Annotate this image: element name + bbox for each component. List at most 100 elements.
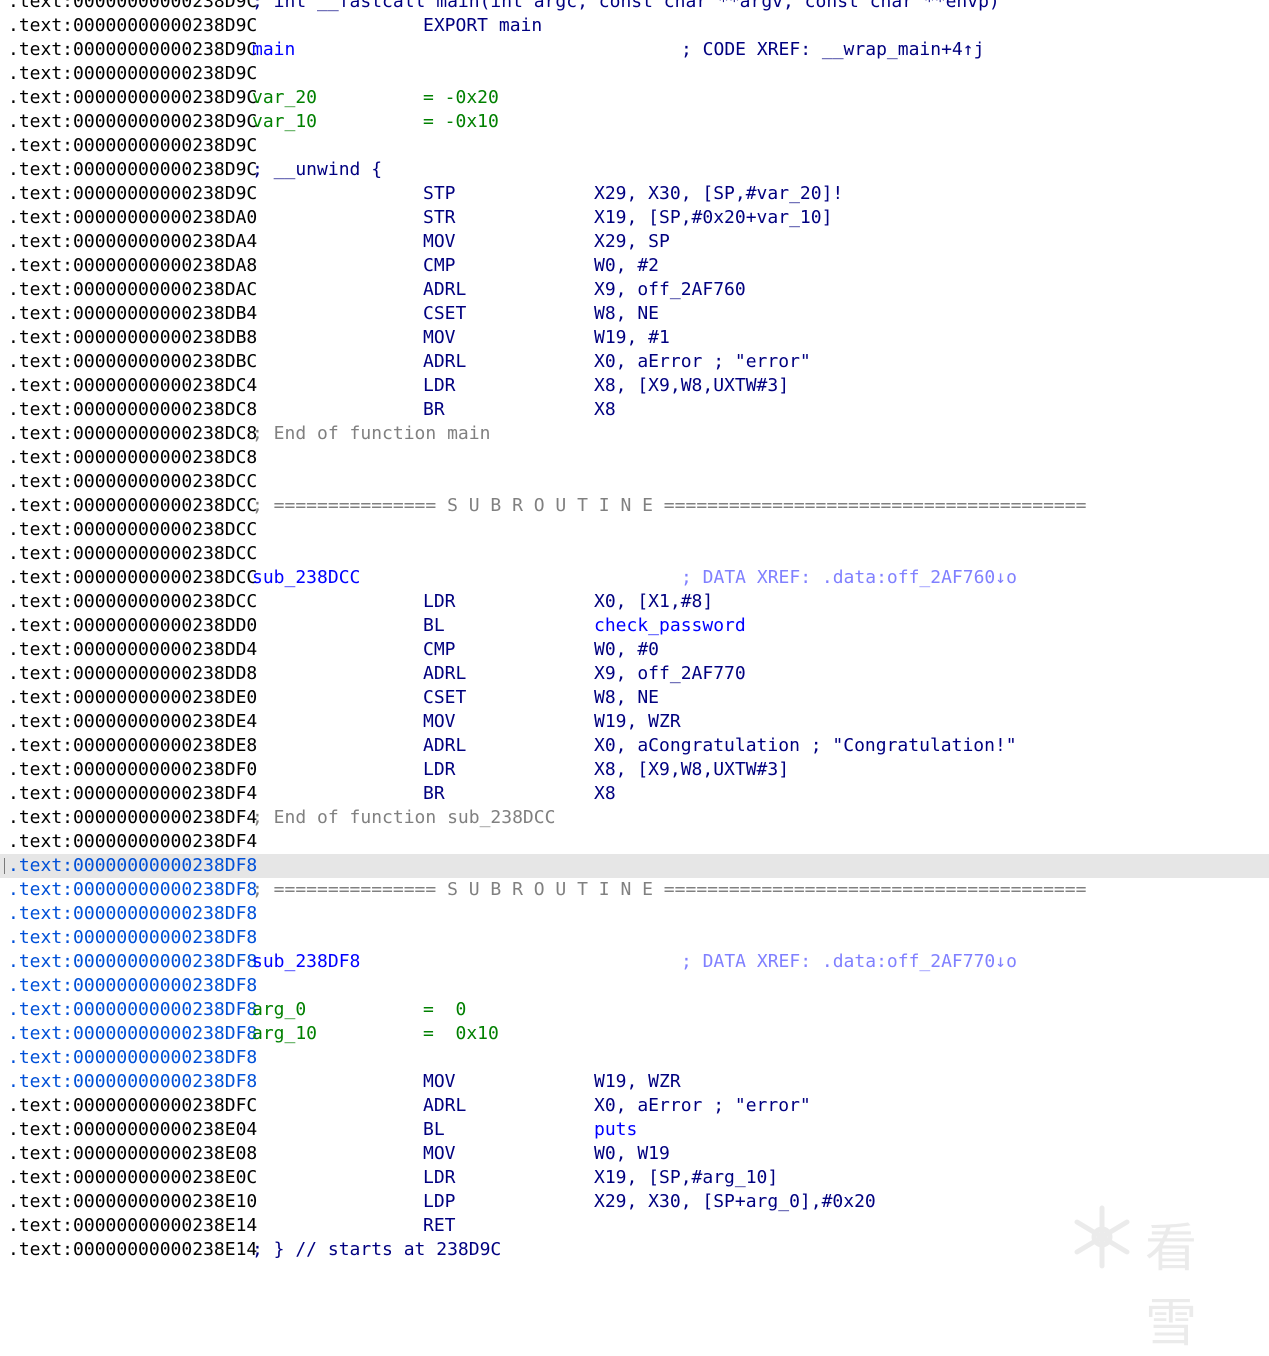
line-c2[interactable]: LDR	[423, 758, 456, 782]
listing-line[interactable]: .text:00000000000238DD8 ADRL X9, off_2AF77…	[0, 662, 1269, 686]
line-c3[interactable]: X8	[594, 398, 616, 422]
listing-line[interactable]: .text:00000000000238D9C STP X29, X30, [SP,…	[0, 182, 1269, 206]
line-address[interactable]: .text:00000000000238DF8	[8, 878, 257, 902]
line-address[interactable]: .text:00000000000238DC8	[8, 446, 257, 470]
line-address[interactable]: .text:00000000000238DC8	[8, 398, 257, 422]
line-c2[interactable]: = 0x10	[423, 1022, 499, 1046]
listing-line[interactable]: .text:00000000000238DF8 MOV W19, WZR	[0, 1070, 1269, 1094]
line-c3[interactable]: X29, X30, [SP+arg_0],#0x20	[594, 1190, 876, 1214]
line-address[interactable]: .text:00000000000238E04	[8, 1118, 257, 1142]
line-address[interactable]: .text:00000000000238DF8	[8, 998, 257, 1022]
line-c3[interactable]: puts	[594, 1118, 637, 1142]
line-address[interactable]: .text:00000000000238D9C	[8, 38, 257, 62]
line-address[interactable]: .text:00000000000238DFC	[8, 1094, 257, 1118]
line-c1[interactable]: arg_10	[252, 1022, 317, 1046]
listing-line[interactable]: .text:00000000000238DA0 STR X19, [SP,#0x20…	[0, 206, 1269, 230]
listing-line[interactable]: .text:00000000000238DBC ADRL X0, aError ; …	[0, 350, 1269, 374]
line-address[interactable]: .text:00000000000238DB8	[8, 326, 257, 350]
line-c1[interactable]: arg_0	[252, 998, 306, 1022]
listing-line[interactable]: .text:00000000000238DF8	[0, 1046, 1269, 1070]
line-address[interactable]: .text:00000000000238D9C	[8, 134, 257, 158]
line-address[interactable]: .text:00000000000238DF4	[8, 782, 257, 806]
line-address[interactable]: .text:00000000000238DA0	[8, 206, 257, 230]
line-c3[interactable]: W19, WZR	[594, 710, 681, 734]
listing-line[interactable]: .text:00000000000238DCC; ===============…	[0, 494, 1269, 518]
line-address[interactable]: .text:00000000000238D9C	[8, 62, 257, 86]
line-address[interactable]: .text:00000000000238DE8	[8, 734, 257, 758]
line-address[interactable]: .text:00000000000238DF8	[8, 1070, 257, 1094]
line-address[interactable]: .text:00000000000238DF0	[8, 758, 257, 782]
listing-line[interactable]: .text:00000000000238DCC	[0, 518, 1269, 542]
line-c3[interactable]: X8, [X9,W8,UXTW#3]	[594, 758, 789, 782]
listing-line[interactable]: .text:00000000000238D9C	[0, 134, 1269, 158]
line-c1[interactable]: var_20	[252, 86, 317, 110]
line-address[interactable]: .text:00000000000238DCC	[8, 518, 257, 542]
line-c2[interactable]: = -0x10	[423, 110, 499, 134]
line-c2[interactable]: CMP	[423, 254, 456, 278]
line-address[interactable]: .text:00000000000238DF8	[8, 950, 257, 974]
listing-line[interactable]: .text:00000000000238DF8 arg_0 = 0	[0, 998, 1269, 1022]
line-address[interactable]: .text:00000000000238E14	[8, 1214, 257, 1238]
line-c2[interactable]: CSET	[423, 686, 466, 710]
listing-line[interactable]: .text:00000000000238DF4 BR X8	[0, 782, 1269, 806]
listing-line[interactable]: .text:00000000000238DC8	[0, 446, 1269, 470]
line-c2[interactable]: CMP	[423, 638, 456, 662]
line-c2[interactable]: ADRL	[423, 350, 466, 374]
line-address[interactable]: .text:00000000000238DF8	[8, 974, 257, 998]
listing-line[interactable]: .text:00000000000238D9C main ; CODE XREF: …	[0, 38, 1269, 62]
line-c2[interactable]: = 0	[423, 998, 466, 1022]
listing-line[interactable]: .text:00000000000238DF4	[0, 830, 1269, 854]
line-address[interactable]: .text:00000000000238DF8	[8, 926, 257, 950]
line-address[interactable]: .text:00000000000238DB4	[8, 302, 257, 326]
line-c1[interactable]: sub_238DCC	[252, 566, 360, 590]
listing-line[interactable]: .text:00000000000238DF0 LDR X8, [X9,W8,UXT…	[0, 758, 1269, 782]
line-address[interactable]: .text:00000000000238DA8	[8, 254, 257, 278]
line-c2[interactable]: STP	[423, 182, 456, 206]
line-address[interactable]: .text:00000000000238DCC	[8, 542, 257, 566]
line-c1[interactable]: ; =============== S U B R O U T I N E ==…	[252, 494, 1086, 518]
line-address[interactable]: .text:00000000000238DCC	[8, 590, 257, 614]
listing-line[interactable]: .text:00000000000238DE0 CSET W8, NE	[0, 686, 1269, 710]
line-c2[interactable]: MOV	[423, 326, 456, 350]
line-c2[interactable]: MOV	[423, 710, 456, 734]
line-address[interactable]: .text:00000000000238DBC	[8, 350, 257, 374]
line-c2[interactable]: RET	[423, 1214, 456, 1238]
line-c3[interactable]: X29, SP	[594, 230, 670, 254]
listing-line[interactable]: .text:00000000000238DC8; End of function…	[0, 422, 1269, 446]
line-address[interactable]: .text:00000000000238DF4	[8, 806, 257, 830]
line-c2[interactable]: MOV	[423, 1142, 456, 1166]
line-c2[interactable]: CSET	[423, 302, 466, 326]
line-c4[interactable]: ; DATA XREF: .data:off_2AF770↓o	[681, 950, 1017, 974]
line-c1[interactable]: ; End of function sub_238DCC	[252, 806, 555, 830]
line-address[interactable]: .text:00000000000238D9C	[8, 14, 257, 38]
listing-line[interactable]: .text:00000000000238DA8 CMP W0, #2	[0, 254, 1269, 278]
line-c3[interactable]: X0, [X1,#8]	[594, 590, 713, 614]
line-c2[interactable]: LDP	[423, 1190, 456, 1214]
line-address[interactable]: .text:00000000000238DF4	[8, 830, 257, 854]
line-address[interactable]: .text:00000000000238DD4	[8, 638, 257, 662]
listing-line[interactable]: .text:00000000000238D9C var_10 = -0x10	[0, 110, 1269, 134]
line-c1[interactable]: ; =============== S U B R O U T I N E ==…	[252, 878, 1086, 902]
line-address[interactable]: .text:00000000000238DCC	[8, 494, 257, 518]
listing-line[interactable]: .text:00000000000238DCC sub_238DCC ; DATA …	[0, 566, 1269, 590]
listing-line[interactable]: .text:00000000000238DA4 MOV X29, SP	[0, 230, 1269, 254]
line-c1[interactable]: main	[252, 38, 295, 62]
listing-line[interactable]: .text:00000000000238DCC LDR X0, [X1,#8]	[0, 590, 1269, 614]
line-c3[interactable]: W8, NE	[594, 302, 659, 326]
line-address[interactable]: .text:00000000000238DC4	[8, 374, 257, 398]
listing-line[interactable]: .text:00000000000238DE4 MOV W19, WZR	[0, 710, 1269, 734]
listing-line[interactable]: .text:00000000000238DAC ADRL X9, off_2AF76…	[0, 278, 1269, 302]
line-address[interactable]: .text:00000000000238DAC	[8, 278, 257, 302]
line-c2[interactable]: MOV	[423, 230, 456, 254]
line-c2[interactable]: ADRL	[423, 662, 466, 686]
line-c3[interactable]: X29, X30, [SP,#var_20]!	[594, 182, 843, 206]
line-address[interactable]: .text:00000000000238D9C	[8, 110, 257, 134]
line-address[interactable]: .text:00000000000238D9C	[8, 86, 257, 110]
listing-line[interactable]: .text:00000000000238D9C	[0, 62, 1269, 86]
line-c4[interactable]: ; DATA XREF: .data:off_2AF760↓o	[681, 566, 1017, 590]
listing-line[interactable]: .text:00000000000238E0C LDR X19, [SP,#arg_…	[0, 1166, 1269, 1190]
line-address[interactable]: .text:00000000000238E08	[8, 1142, 257, 1166]
line-c3[interactable]: W0, W19	[594, 1142, 670, 1166]
listing-line[interactable]: .text:00000000000238DF4; End of function…	[0, 806, 1269, 830]
line-address[interactable]: .text:00000000000238DC8	[8, 422, 257, 446]
